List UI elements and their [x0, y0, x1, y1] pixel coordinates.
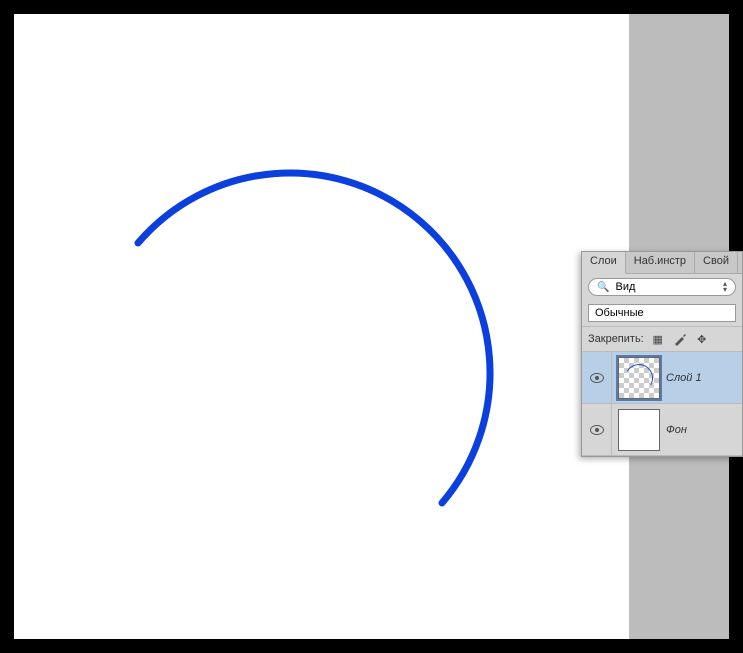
layer-thumbnail[interactable] [618, 357, 660, 399]
lock-label: Закрепить: [588, 333, 644, 345]
tab-tool-preset[interactable]: Наб.инстр [626, 252, 695, 273]
layers-panel: Слои Наб.инстр Свой 🔍 Вид ▴▾ Обычные Зак… [581, 251, 743, 457]
layer-filter-select[interactable]: 🔍 Вид ▴▾ [588, 278, 736, 296]
panel-tabs: Слои Наб.инстр Свой [582, 252, 742, 274]
layer-thumbnail[interactable] [618, 409, 660, 451]
search-icon: 🔍 [597, 282, 609, 293]
layers-list: Слой 1 Фон [582, 352, 742, 456]
lock-brush-icon[interactable] [672, 331, 688, 347]
tab-properties[interactable]: Свой [695, 252, 738, 273]
blend-mode-value: Обычные [595, 307, 644, 319]
filter-label: Вид [616, 281, 636, 293]
eye-icon [590, 425, 604, 435]
visibility-toggle[interactable] [582, 404, 612, 455]
document-canvas[interactable] [14, 14, 629, 639]
eye-icon [590, 373, 604, 383]
layer-filter-row: 🔍 Вид ▴▾ [582, 274, 742, 300]
tab-layers[interactable]: Слои [582, 252, 626, 274]
visibility-toggle[interactable] [582, 352, 612, 403]
arc-stroke [14, 14, 629, 639]
lock-move-icon[interactable]: ✥ [694, 331, 710, 347]
layer-row[interactable]: Слой 1 [582, 352, 742, 404]
layer-name[interactable]: Слой 1 [666, 372, 702, 384]
layer-name[interactable]: Фон [666, 424, 687, 436]
blend-mode-select[interactable]: Обычные [588, 304, 736, 322]
blend-mode-row: Обычные [582, 300, 742, 326]
lock-transparency-icon[interactable]: ▦ [650, 331, 666, 347]
lock-row: Закрепить: ▦ ✥ [582, 326, 742, 352]
stepper-arrows-icon: ▴▾ [723, 281, 727, 293]
thumb-white-fill [619, 410, 659, 450]
layer-row[interactable]: Фон [582, 404, 742, 456]
